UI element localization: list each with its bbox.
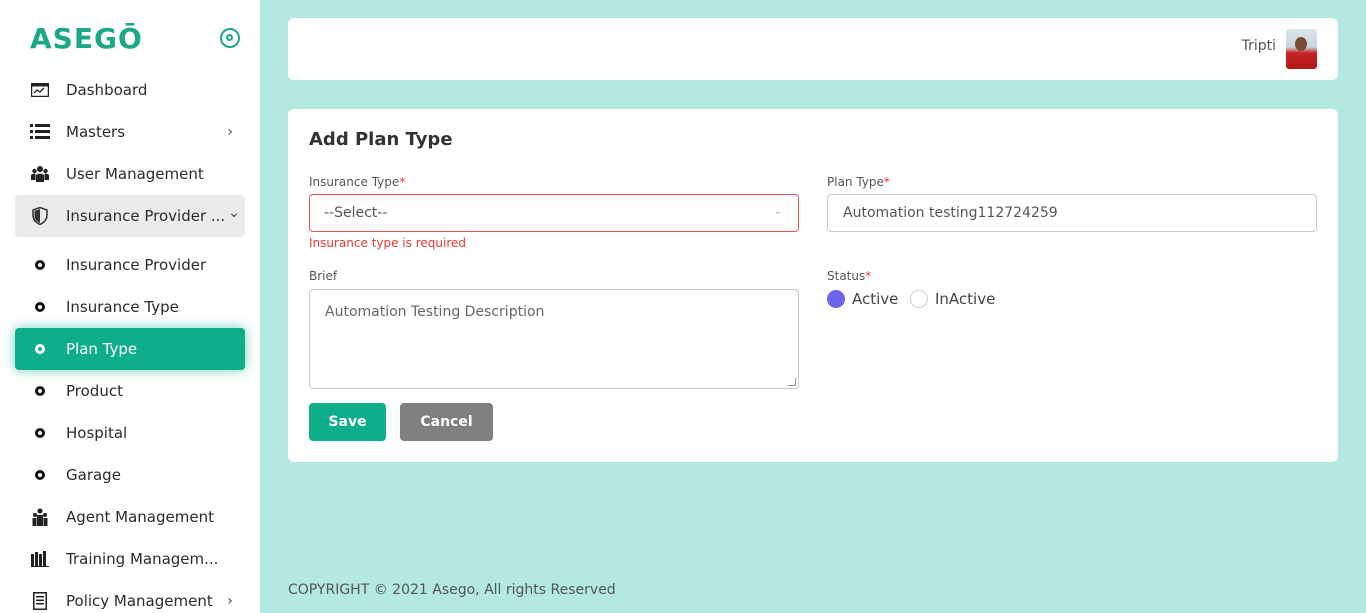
status-active-radio[interactable]: Active — [827, 290, 898, 308]
status-label: Status* — [827, 269, 872, 283]
logo[interactable]: ASEGŌ — [30, 22, 143, 55]
sidebar-item-label: Garage — [66, 466, 121, 484]
brief-label: Brief — [309, 269, 338, 283]
sidebar-item-hospital[interactable]: Hospital — [15, 412, 245, 454]
plan-type-label: Plan Type* — [827, 175, 890, 189]
sidebar-item-insurance-provider-group[interactable]: Insurance Provider ... ⌄ — [15, 195, 245, 237]
shield-icon — [30, 207, 50, 225]
sidebar-item-agent-management[interactable]: Agent Management — [15, 496, 245, 538]
sidebar-item-label: Insurance Type — [66, 298, 179, 316]
sidebar-item-label: Plan Type — [66, 340, 138, 358]
sidebar: ASEGŌ Dashboard Masters › User Managemen… — [0, 0, 260, 613]
books-icon — [30, 550, 50, 568]
sidebar-item-product[interactable]: Product — [15, 370, 245, 412]
sidebar-item-label: Product — [66, 382, 123, 400]
agent-icon — [30, 508, 50, 526]
logo-row: ASEGŌ — [30, 22, 245, 58]
sidebar-toggle-icon[interactable] — [220, 28, 240, 48]
sidebar-item-insurance-type[interactable]: Insurance Type — [15, 286, 245, 328]
bullet-icon — [30, 298, 50, 316]
insurance-type-value: --Select-- — [324, 205, 388, 221]
page-title: Add Plan Type — [309, 129, 453, 150]
sidebar-item-training-management[interactable]: Training Managem... — [15, 538, 245, 580]
sidebar-item-policy-management[interactable]: Policy Management › — [15, 580, 245, 613]
sidebar-item-label: Masters — [66, 123, 126, 141]
users-icon — [30, 165, 50, 183]
save-button[interactable]: Save — [309, 403, 386, 441]
chevron-right-icon: › — [227, 124, 233, 140]
insurance-type-error: Insurance type is required — [309, 236, 466, 250]
sidebar-item-garage[interactable]: Garage — [15, 454, 245, 496]
bullet-icon — [30, 466, 50, 484]
sidebar-item-label: Agent Management — [66, 508, 214, 526]
resize-handle[interactable] — [788, 378, 796, 386]
sidebar-item-label: Insurance Provider ... — [66, 207, 226, 225]
document-icon — [30, 592, 50, 610]
add-plan-type-card: Add Plan Type Insurance Type* --Select--… — [288, 109, 1338, 462]
top-bar: Tripti — [288, 18, 1338, 80]
bullet-icon — [30, 382, 50, 400]
sidebar-item-label: Policy Management — [66, 592, 213, 610]
bullet-icon — [30, 256, 50, 274]
insurance-type-label: Insurance Type* — [309, 175, 406, 189]
radio-unselected-icon — [910, 290, 928, 308]
sidebar-item-label: Dashboard — [66, 81, 148, 99]
sidebar-item-label: User Management — [66, 165, 204, 183]
status-inactive-radio[interactable]: InActive — [910, 290, 995, 308]
sidebar-item-insurance-provider[interactable]: Insurance Provider — [15, 244, 245, 286]
sidebar-item-label: Training Managem... — [66, 550, 219, 568]
footer-copyright: COPYRIGHT © 2021 Asego, All rights Reser… — [288, 582, 616, 598]
user-name[interactable]: Tripti — [1242, 38, 1276, 54]
radio-selected-icon — [827, 290, 845, 308]
dashboard-icon — [30, 81, 50, 99]
sidebar-item-plan-type[interactable]: Plan Type — [15, 328, 245, 370]
plan-type-input[interactable]: Automation testing112724259 — [827, 194, 1317, 232]
bullet-icon — [30, 424, 50, 442]
sidebar-item-masters[interactable]: Masters › — [15, 111, 245, 153]
sidebar-item-label: Hospital — [66, 424, 128, 442]
sidebar-item-dashboard[interactable]: Dashboard — [15, 69, 245, 111]
brief-textarea[interactable]: Automation Testing Description — [309, 289, 799, 389]
chevron-right-icon: › — [227, 593, 233, 609]
list-icon — [30, 123, 50, 141]
chevron-down-icon: ⌄ — [228, 205, 240, 221]
sidebar-item-user-management[interactable]: User Management — [15, 153, 245, 195]
chevron-down-icon: ⌄ — [773, 206, 782, 217]
status-option-label: InActive — [935, 290, 996, 308]
status-option-label: Active — [852, 290, 899, 308]
bullet-icon — [30, 340, 50, 358]
avatar[interactable] — [1286, 29, 1317, 69]
insurance-type-select[interactable]: --Select-- ⌄ — [309, 194, 799, 232]
brief-value: Automation Testing Description — [325, 304, 545, 320]
sidebar-item-label: Insurance Provider — [66, 256, 207, 274]
cancel-button[interactable]: Cancel — [400, 403, 493, 441]
